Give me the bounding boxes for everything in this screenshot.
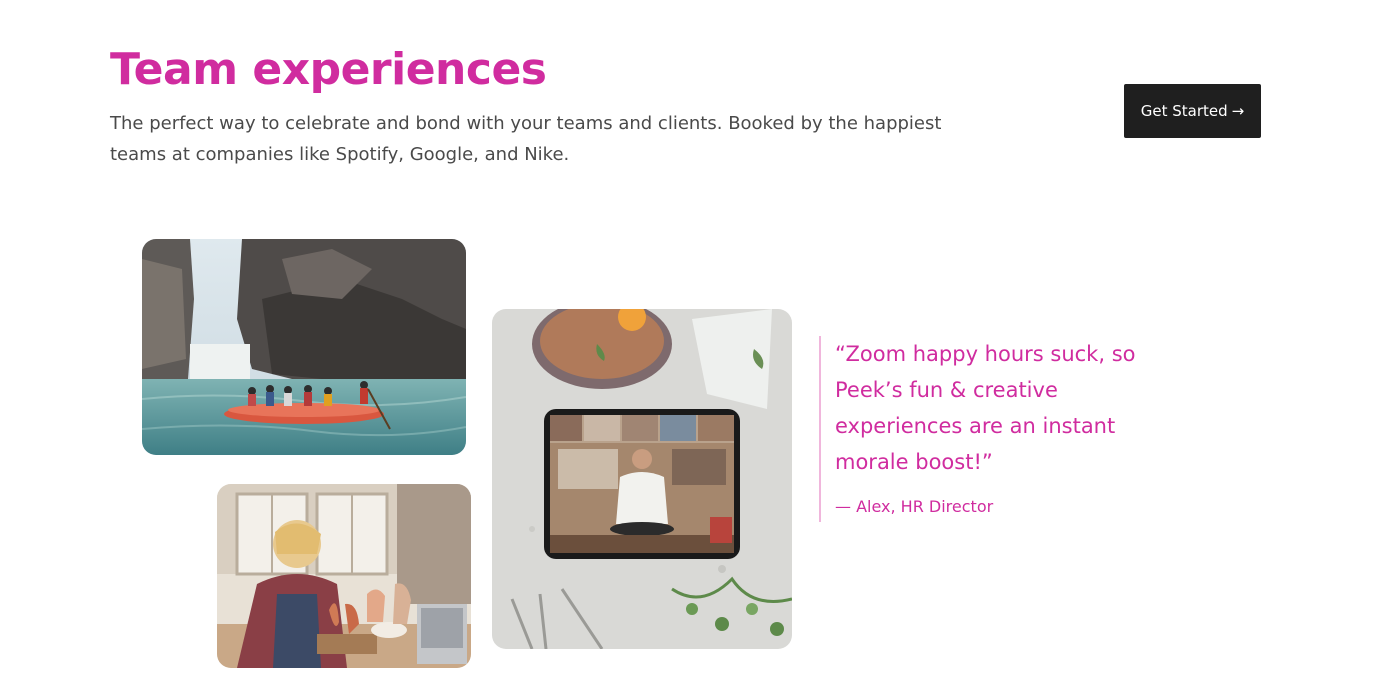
testimonial-author: — Alex, HR Director <box>835 497 994 516</box>
quote-divider <box>819 336 821 522</box>
testimonial-quote: “Zoom happy hours suck, so Peek’s fun & … <box>835 342 1136 474</box>
pottery-photo <box>217 484 471 668</box>
rafting-photo <box>142 239 466 455</box>
team-experiences-page: Team experiences The perfect way to cele… <box>0 0 1400 700</box>
page-title: Team experiences <box>110 44 547 95</box>
arrow-right-icon: → <box>1231 102 1245 120</box>
get-started-button[interactable]: Get Started → <box>1124 84 1261 138</box>
cooking-class-photo <box>492 309 792 649</box>
get-started-label: Get Started <box>1140 102 1228 120</box>
page-subtitle: The perfect way to celebrate and bond wi… <box>110 113 942 165</box>
